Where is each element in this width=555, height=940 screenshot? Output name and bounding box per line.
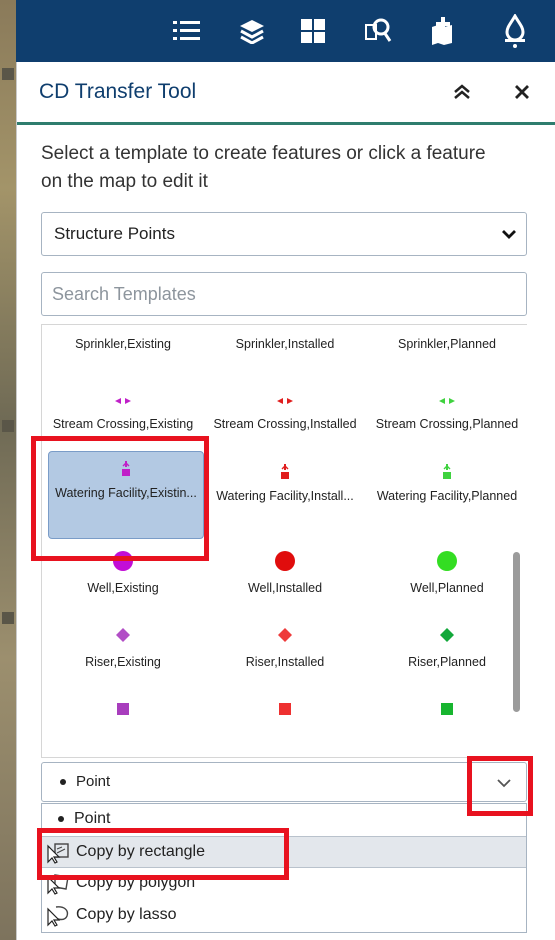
template-label: Well,Existing <box>87 581 159 595</box>
template-label: Well,Installed <box>247 581 323 595</box>
collapse-button[interactable] <box>449 79 475 105</box>
search-doc-icon[interactable] <box>361 14 395 48</box>
template-label: Stream Crossing,Existing <box>52 417 194 431</box>
highlight-box <box>37 828 289 880</box>
template-label: Sprinkler,Installed <box>235 337 335 351</box>
stream-crossing-symbol-icon <box>208 391 362 411</box>
panel-header: CD Transfer Tool <box>17 62 555 125</box>
template-tile[interactable]: Riser,Installed <box>208 625 362 670</box>
template-tile[interactable]: Stream Crossing,Planned <box>370 391 524 432</box>
scrollbar-thumb[interactable] <box>513 552 520 712</box>
template-tile[interactable]: Sprinkler,Planned <box>370 337 524 352</box>
chevron-down-icon <box>502 230 516 239</box>
app-toolbar <box>16 0 555 62</box>
option-label: Point <box>74 810 111 827</box>
template-tile[interactable] <box>208 699 362 729</box>
template-tile[interactable]: Riser,Planned <box>370 625 524 670</box>
template-label: Stream Crossing,Installed <box>213 417 357 431</box>
option-copy-by-lasso[interactable]: Copy by lasso <box>42 900 526 930</box>
close-button[interactable] <box>509 79 535 105</box>
list-icon[interactable] <box>170 14 204 48</box>
layer-select-value: Structure Points <box>54 224 175 243</box>
geometry-select[interactable]: Point <box>41 762 527 802</box>
template-tile[interactable]: Stream Crossing,Installed <box>208 391 362 432</box>
instructions-text: Select a template to create features or … <box>41 143 486 192</box>
watering-facility-symbol-icon <box>370 463 524 483</box>
template-tile[interactable]: Watering Facility,Install... <box>208 463 362 504</box>
template-tile[interactable]: Watering Facility,Planned <box>370 463 524 504</box>
square-symbol-icon <box>208 699 362 719</box>
riser-symbol-icon <box>370 625 524 645</box>
template-tile[interactable]: Well,Installed <box>208 551 362 596</box>
riser-symbol-icon <box>46 625 200 645</box>
template-tile[interactable] <box>370 699 524 729</box>
close-icon <box>515 85 529 99</box>
template-tile[interactable] <box>46 699 200 729</box>
template-label: Well,Planned <box>410 581 484 595</box>
template-label: Sprinkler,Planned <box>398 337 496 351</box>
template-label: Riser,Installed <box>245 655 325 669</box>
riser-symbol-icon <box>208 625 362 645</box>
highlight-box <box>31 436 209 561</box>
square-symbol-icon <box>46 699 200 719</box>
cd-transfer-panel: CD Transfer Tool Select a template to cr… <box>16 62 555 940</box>
panel-title: CD Transfer Tool <box>39 80 197 103</box>
template-tile[interactable]: Sprinkler,Installed <box>208 337 362 352</box>
stream-crossing-symbol-icon <box>370 391 524 411</box>
watering-facility-symbol-icon <box>208 463 362 483</box>
search-placeholder: Search Templates <box>52 284 196 304</box>
map-edge <box>0 0 16 940</box>
well-symbol-icon <box>208 551 362 571</box>
well-symbol-icon <box>370 551 524 571</box>
grid-icon[interactable] <box>296 14 330 48</box>
template-tile[interactable]: Stream Crossing,Existing <box>46 391 200 432</box>
template-tile[interactable]: Sprinkler,Existing <box>46 337 200 352</box>
map-tick <box>2 420 14 432</box>
map-tick <box>2 612 14 624</box>
grid-scrollbar[interactable] <box>513 330 521 750</box>
square-symbol-icon <box>370 699 524 719</box>
map-tick <box>2 68 14 80</box>
template-label: Watering Facility,Planned <box>376 489 518 503</box>
edit-map-icon[interactable] <box>426 14 460 48</box>
template-label: Sprinkler,Existing <box>75 337 171 351</box>
layers-icon[interactable] <box>235 14 269 48</box>
bullet-icon <box>58 815 64 822</box>
template-label: Riser,Planned <box>408 655 486 669</box>
double-chevron-up-icon <box>454 84 470 99</box>
stream-crossing-symbol-icon <box>46 391 200 411</box>
template-tile[interactable]: Riser,Existing <box>46 625 200 670</box>
template-tile[interactable]: Well,Planned <box>370 551 524 596</box>
template-label: Riser,Existing <box>85 655 161 669</box>
drop-icon[interactable] <box>498 14 532 48</box>
template-search-input[interactable]: Search Templates <box>41 272 527 316</box>
highlight-box <box>467 756 533 816</box>
geometry-select-value: Point <box>76 773 111 790</box>
bullet-icon <box>60 779 66 786</box>
template-label: Stream Crossing,Planned <box>375 417 519 431</box>
option-label: Copy by lasso <box>76 906 177 923</box>
lasso-select-icon <box>46 905 70 932</box>
layer-select[interactable]: Structure Points <box>41 212 527 256</box>
template-label: Watering Facility,Install... <box>216 489 354 503</box>
